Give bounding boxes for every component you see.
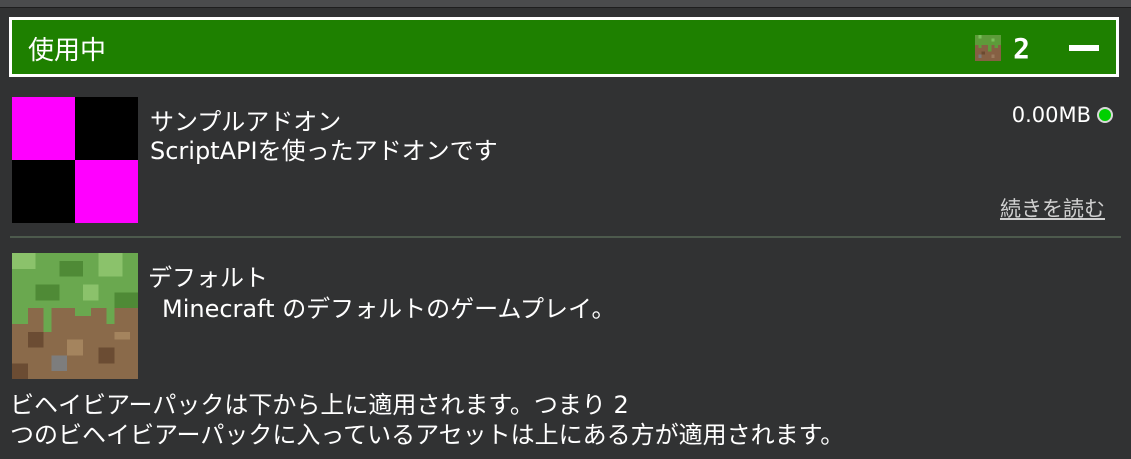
active-pack-count: 2 <box>975 31 1100 65</box>
pack-name: デフォルト <box>148 264 268 292</box>
pack-description: Minecraft のデフォルトのゲームプレイ。 <box>162 295 616 323</box>
active-packs-header[interactable]: 使用中 2 <box>9 17 1119 77</box>
pack-size: 0.00MB <box>1011 103 1091 127</box>
read-more-link[interactable]: 続きを読む <box>1000 193 1105 223</box>
pack-item-default[interactable]: デフォルト Minecraft のデフォルトのゲームプレイ。 <box>0 253 1131 383</box>
status-dot-icon <box>1097 107 1113 123</box>
grass-block-icon <box>975 35 1002 61</box>
pack-item-sample-addon[interactable]: サンプルアドオン ScriptAPIを使ったアドオンです 0.00MB 続きを読… <box>0 97 1131 237</box>
top-border <box>0 0 1131 8</box>
grass-block-icon <box>12 253 138 379</box>
collapse-button[interactable] <box>1068 32 1100 64</box>
pack-count-text: 2 <box>1013 31 1030 65</box>
active-header-title: 使用中 <box>28 36 107 66</box>
pack-description: ScriptAPIを使ったアドオンです <box>150 137 498 165</box>
behavior-packs-panel: 使用中 2 サンプルアドオン ScriptAPIを使ったアドオンです 0.00M… <box>0 0 1131 459</box>
pack-divider <box>10 236 1121 238</box>
pink-black-checker-icon <box>12 97 138 223</box>
footer-note-line-2: つのビヘイビアーパックに入っているアセットは上にある方が適用されます。 <box>10 421 845 449</box>
pack-size-area: 0.00MB <box>1012 103 1113 127</box>
minus-icon <box>1069 45 1099 51</box>
